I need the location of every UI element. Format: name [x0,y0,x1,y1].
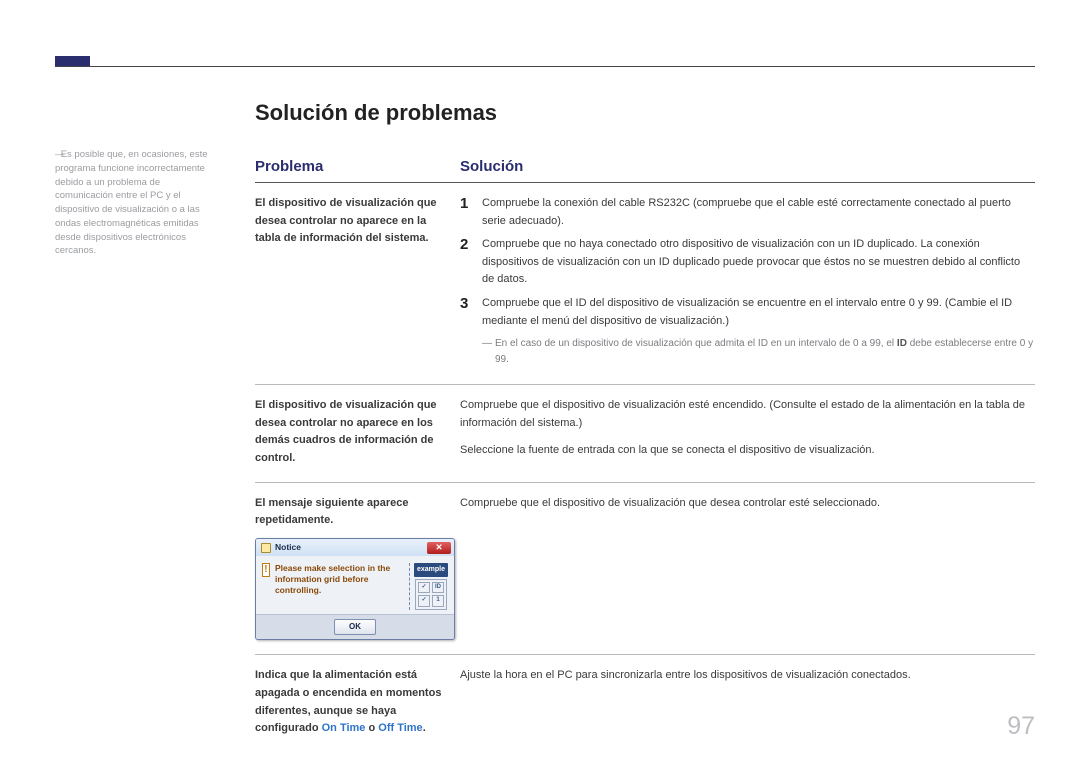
side-note: ―Es posible que, en ocasiones, este prog… [55,148,215,258]
dialog-example-panel: example ✓ID ✓1 [409,563,448,609]
dialog-titlebar: Notice ✕ [256,539,454,557]
solution-text: Compruebe que el dispositivo de visualiz… [460,397,1035,432]
step-text: Compruebe que no haya conectado otro dis… [482,236,1035,289]
close-icon[interactable]: ✕ [427,542,451,554]
step-text: Compruebe la conexión del cable RS232C (… [482,195,1035,230]
solution-cell: Compruebe que el dispositivo de visualiz… [460,495,1035,641]
step-number: 3 [460,295,482,330]
warning-icon: ! [262,563,270,577]
footnote-text: En el caso de un dispositivo de visualiz… [495,336,1035,368]
dialog-message: Please make selection in the information… [275,563,404,595]
step-number: 1 [460,195,482,230]
step-text: Compruebe que el ID del dispositivo de v… [482,295,1035,330]
page-number: 97 [1007,712,1035,741]
page-title: Solución de problemas [255,100,1035,126]
solution-text: Seleccione la fuente de entrada con la q… [460,442,1035,460]
dash-icon: ― [482,336,492,368]
step: 3 Compruebe que el ID del dispositivo de… [460,295,1035,330]
dialog-body: ! Please make selection in the informati… [256,556,454,613]
problem-cell: El dispositivo de visualización que dese… [255,195,460,370]
top-rule [55,66,1035,67]
table-header: Problema Solución [255,158,1035,179]
table-row: El mensaje siguiente aparece repetidamen… [255,482,1035,655]
header-solution: Solución [460,158,1035,175]
problem-cell: El mensaje siguiente aparece repetidamen… [255,495,460,641]
table-row: Indica que la alimentación está apagada … [255,654,1035,751]
side-note-text: Es posible que, en ocasiones, este progr… [55,149,208,256]
main-content: Solución de problemas Problema Solución … [255,100,1035,752]
notice-icon [261,543,271,553]
step-number: 2 [460,236,482,289]
dialog-title: Notice [275,541,301,555]
solution-cell: 1 Compruebe la conexión del cable RS232C… [460,195,1035,370]
step: 2 Compruebe que no haya conectado otro d… [460,236,1035,289]
example-grid: ✓ID ✓1 [415,579,447,610]
ok-button[interactable]: OK [334,619,376,636]
dialog-footer: OK [256,614,454,640]
step: 1 Compruebe la conexión del cable RS232C… [460,195,1035,230]
notice-dialog: Notice ✕ ! Please make selection in the … [255,538,455,641]
table-row: El dispositivo de visualización que dese… [255,183,1035,384]
table-row: El dispositivo de visualización que dese… [255,384,1035,481]
problem-cell: El dispositivo de visualización que dese… [255,397,460,467]
footnote: ― En el caso de un dispositivo de visual… [482,336,1035,368]
solution-cell: Compruebe que el dispositivo de visualiz… [460,397,1035,467]
header-problem: Problema [255,158,460,175]
example-tag: example [414,563,448,576]
solution-cell: Ajuste la hora en el PC para sincronizar… [460,667,1035,737]
problem-cell: Indica que la alimentación está apagada … [255,667,460,737]
